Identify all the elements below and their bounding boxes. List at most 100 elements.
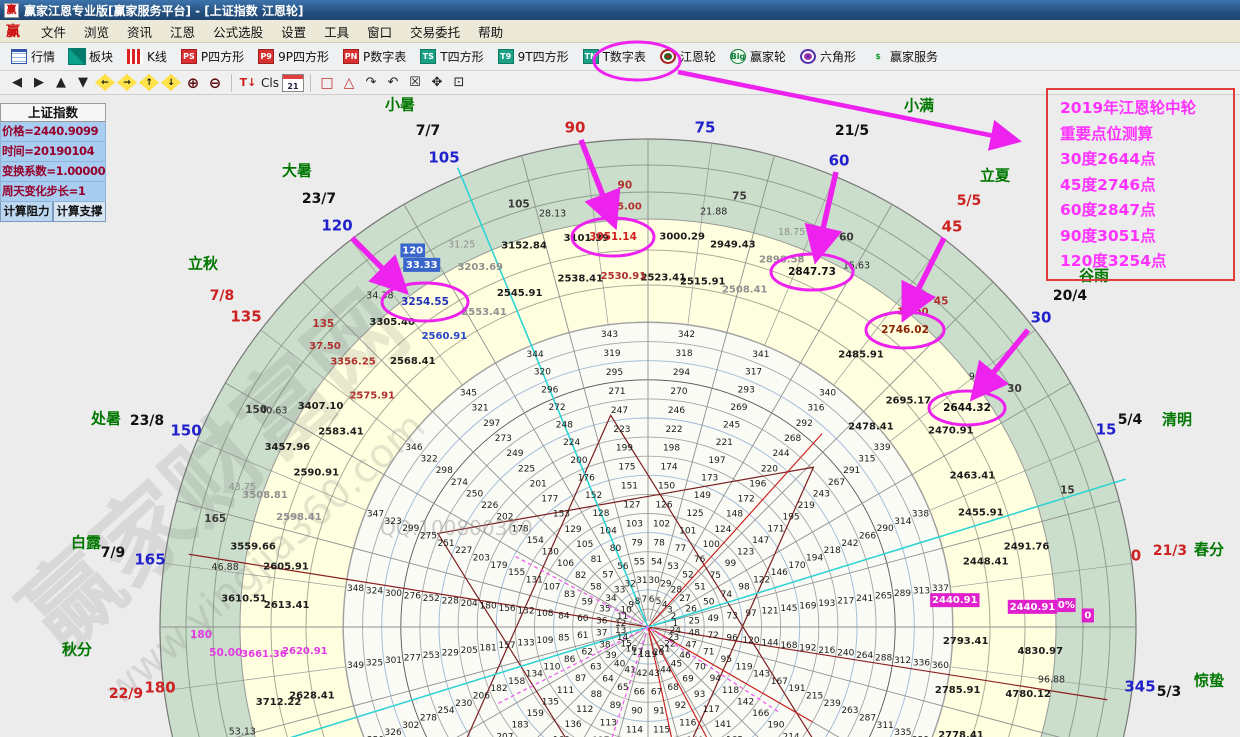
svg-text:200: 200 (570, 456, 587, 466)
svg-text:337: 337 (932, 584, 949, 594)
triangle-tool-button[interactable]: △ (339, 73, 359, 93)
svg-text:48: 48 (689, 629, 701, 639)
nav-back-button[interactable]: ◀ (7, 73, 27, 93)
svg-text:183: 183 (511, 721, 528, 731)
diamond-right-button[interactable]: → (117, 74, 137, 91)
menu-item-3[interactable]: 江恩 (161, 20, 204, 43)
svg-text:135: 135 (312, 318, 334, 330)
svg-text:103: 103 (626, 519, 643, 529)
rotate-cw-button[interactable]: ↷ (361, 73, 381, 93)
rect-tool-button[interactable]: □ (317, 73, 337, 93)
svg-text:120: 120 (402, 245, 423, 256)
svg-text:27: 27 (679, 594, 690, 604)
svg-text:288: 288 (875, 654, 892, 664)
box-x-button[interactable]: ☒ (405, 73, 425, 93)
cls-button[interactable]: Cls (260, 73, 280, 93)
symbol-name: 上证指数 (0, 103, 106, 122)
toolbar-item-dollar[interactable]: $赢家服务 (863, 45, 945, 69)
svg-text:34: 34 (605, 594, 617, 604)
svg-text:2515.91: 2515.91 (680, 276, 726, 287)
t-down-button[interactable]: T↓ (238, 73, 258, 93)
diamond-up-button[interactable]: ↑ (139, 74, 159, 91)
menu-item-0[interactable]: 文件 (32, 20, 75, 43)
toolbar-item-box-red[interactable]: P99P四方形 (251, 45, 336, 69)
calc-resistance-button[interactable]: 计算阻力 (0, 202, 53, 222)
nav-down-button[interactable]: ▼ (73, 73, 93, 93)
diamond-left-button[interactable]: ← (95, 74, 115, 91)
annotation-line-3: 45度2746点 (1060, 173, 1233, 199)
svg-text:62: 62 (582, 648, 593, 658)
svg-text:89: 89 (610, 701, 622, 711)
zoom-out-button[interactable]: ⊖ (205, 73, 225, 93)
menu-item-7[interactable]: 窗口 (358, 20, 401, 43)
menu-item-1[interactable]: 浏览 (75, 20, 118, 43)
svg-text:111: 111 (557, 686, 574, 696)
calc-support-button[interactable]: 计算支撑 (53, 202, 106, 222)
toolbar-item-label: K线 (147, 48, 167, 65)
svg-text:小暑: 小暑 (385, 96, 415, 114)
svg-text:224: 224 (563, 438, 580, 448)
svg-text:335: 335 (894, 728, 911, 737)
nav-up-button[interactable]: ▲ (51, 73, 71, 93)
svg-text:120: 120 (321, 217, 352, 235)
diamond-down-button[interactable]: ↓ (161, 74, 181, 91)
svg-text:226: 226 (481, 501, 498, 511)
svg-text:71: 71 (703, 648, 714, 658)
annotation-line-6: 120度3254点 (1060, 249, 1233, 275)
menu-item-5[interactable]: 设置 (272, 20, 315, 43)
svg-text:269: 269 (730, 403, 747, 413)
svg-text:251: 251 (437, 539, 454, 549)
toolbar-item-box-teal[interactable]: TNT数字表 (576, 45, 653, 69)
toolbar-item-candle[interactable]: K线 (120, 45, 174, 69)
svg-text:60: 60 (839, 232, 854, 244)
svg-text:202: 202 (496, 513, 513, 523)
svg-text:135: 135 (230, 308, 261, 326)
toolbar-item-big[interactable]: Big赢家轮 (723, 45, 793, 69)
svg-text:2560.91: 2560.91 (422, 331, 468, 342)
svg-text:174: 174 (660, 463, 677, 473)
menu-item-4[interactable]: 公式选股 (204, 20, 272, 43)
svg-text:343: 343 (601, 330, 618, 340)
svg-text:349: 349 (347, 661, 364, 671)
svg-text:217: 217 (837, 596, 854, 606)
nav-forward-button[interactable]: ▶ (29, 73, 49, 93)
toolbar-item-box-red[interactable]: PNP数字表 (336, 45, 413, 69)
svg-text:240: 240 (837, 649, 854, 659)
resize-tool-button[interactable]: ✥ (427, 73, 447, 93)
menu-item-8[interactable]: 交易委托 (401, 20, 469, 43)
svg-text:2785.91: 2785.91 (935, 685, 981, 696)
menu-item-6[interactable]: 工具 (315, 20, 358, 43)
svg-text:178: 178 (511, 524, 528, 534)
svg-text:58: 58 (590, 582, 602, 592)
svg-text:101: 101 (679, 526, 696, 536)
svg-text:23/7: 23/7 (302, 191, 336, 207)
toolbar-item-box-red[interactable]: PSP四方形 (174, 45, 251, 69)
svg-text:149: 149 (694, 491, 711, 501)
toolbar-item-hex[interactable]: 六角形 (793, 45, 863, 69)
toolbar-item-blocks[interactable]: 板块 (62, 45, 120, 69)
svg-text:0: 0 (1084, 610, 1091, 621)
svg-text:168: 168 (780, 641, 797, 651)
svg-text:193: 193 (818, 599, 835, 609)
rotate-ccw-button[interactable]: ↶ (383, 73, 403, 93)
svg-text:59: 59 (582, 597, 594, 607)
screen-tool-button[interactable]: ⊡ (449, 73, 469, 93)
svg-text:134: 134 (526, 670, 543, 680)
toolbar-item-box-teal[interactable]: T99T四方形 (491, 45, 576, 69)
toolbar-item-box-teal[interactable]: TST四方形 (413, 45, 490, 69)
svg-text:22/9: 22/9 (109, 686, 143, 702)
svg-text:322: 322 (421, 455, 438, 465)
menu-item-9[interactable]: 帮助 (469, 20, 512, 43)
toolbar-item-table[interactable]: 行情 (4, 45, 62, 69)
svg-text:142: 142 (737, 697, 754, 707)
svg-text:小满: 小满 (904, 97, 934, 115)
menu-item-2[interactable]: 资讯 (118, 20, 161, 43)
toolbar-item-target[interactable]: 江恩轮 (653, 45, 723, 69)
calendar-button[interactable]: 21 (282, 74, 304, 92)
svg-text:360: 360 (932, 661, 949, 671)
svg-text:2553.41: 2553.41 (461, 307, 507, 318)
svg-text:3457.96: 3457.96 (265, 442, 311, 453)
svg-text:立秋: 立秋 (188, 255, 219, 273)
zoom-in-button[interactable]: ⊕ (183, 73, 203, 93)
svg-text:107: 107 (543, 583, 560, 593)
